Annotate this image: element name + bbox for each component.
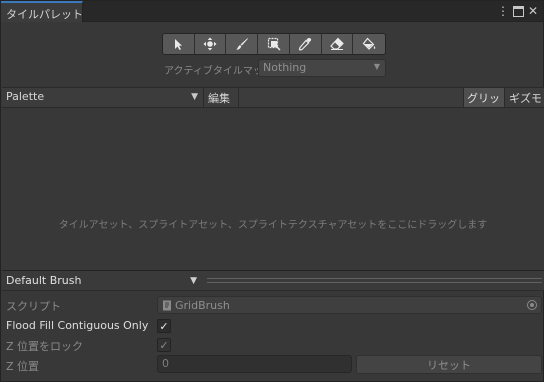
active-tilemap-label: アクティブタイルマップ [164, 66, 258, 76]
move-arrows-icon [203, 37, 217, 51]
flood-fill-label: Flood Fill Contiguous Only [6, 319, 149, 332]
z-position-input[interactable]: 0 [157, 355, 352, 373]
move-tool-button[interactable] [194, 34, 227, 54]
palette-bar: Palette ▼ 編集 グリッド ギズモ [2, 87, 544, 121]
edit-palette-button[interactable]: 編集 [204, 88, 239, 107]
box-fill-tool-button[interactable] [258, 34, 290, 54]
paint-tool-button[interactable] [226, 34, 259, 54]
flood-fill-checkbox[interactable]: ✓ [157, 319, 171, 333]
close-icon[interactable]: ✕ [526, 3, 540, 19]
brush-dropdown[interactable]: Default Brush ▼ [2, 271, 202, 291]
brush-bar: Default Brush ▼ [2, 270, 544, 291]
palette-dropdown[interactable]: Palette ▼ [2, 88, 204, 107]
gizmo-toggle-button[interactable]: ギズモ [504, 88, 544, 107]
z-position-label: Z 位置 [6, 360, 40, 373]
script-label: スクリプト [6, 300, 61, 313]
script-value: GridBrush [175, 299, 230, 312]
box-fill-icon [267, 37, 281, 51]
palette-value: Palette [6, 90, 45, 103]
flood-fill-tool-button[interactable] [353, 34, 385, 54]
eyedropper-icon [299, 37, 312, 51]
eraser-icon [330, 37, 344, 50]
paintbrush-icon [235, 38, 248, 50]
grid-toggle-button[interactable]: グリッド [463, 88, 504, 121]
chevron-down-icon: ▼ [373, 62, 380, 71]
object-picker-icon[interactable] [527, 300, 537, 310]
palette-drop-area[interactable]: タイルアセット、スプライトアセット、スプライトテクスチャアセットをここにドラッグ… [2, 108, 544, 270]
drop-hint-text: タイルアセット、スプライトアセット、スプライトテクスチャアセットをここにドラッグ… [58, 220, 488, 231]
window-tab-bar: タイルパレット ⋮ ✕ [1, 1, 543, 22]
script-file-icon [163, 300, 171, 311]
active-tilemap-dropdown[interactable]: Nothing ▼ [258, 59, 386, 77]
chevron-down-icon: ▼ [191, 92, 198, 102]
select-tool-button[interactable] [163, 34, 195, 54]
paint-bucket-icon [362, 37, 376, 50]
script-object-field[interactable]: GridBrush [157, 296, 542, 314]
lock-z-checkbox[interactable]: ✓ [157, 338, 171, 352]
erase-tool-button[interactable] [321, 34, 354, 54]
reset-button[interactable]: リセット [356, 355, 542, 374]
kebab-menu-icon[interactable]: ⋮ [496, 3, 510, 19]
maximize-icon[interactable] [511, 3, 525, 19]
active-tilemap-value: Nothing [263, 61, 307, 74]
lock-z-label: Z 位置をロック [6, 340, 84, 353]
arrow-cursor-icon [175, 39, 183, 50]
panel-splitter-handle[interactable] [207, 278, 542, 283]
tile-palette-window: タイルパレット ⋮ ✕ アクティブタイルマップ Nothing [0, 0, 544, 382]
chevron-down-icon: ▼ [190, 276, 197, 286]
brush-value: Default Brush [6, 274, 82, 287]
picker-tool-button[interactable] [289, 34, 322, 54]
tile-tools-toolbar [162, 33, 386, 55]
tile-palette-tab[interactable]: タイルパレット [1, 1, 83, 22]
